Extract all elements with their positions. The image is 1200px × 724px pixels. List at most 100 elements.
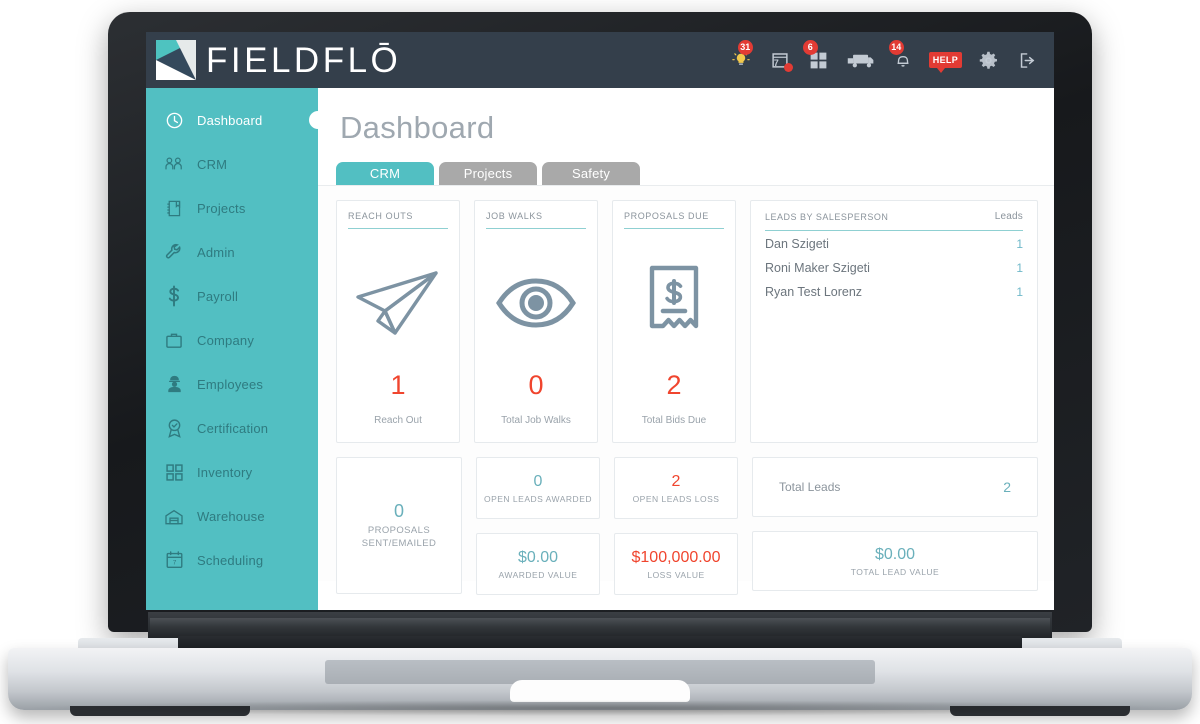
metric-label: OPEN LEADS LOSS xyxy=(632,493,720,504)
metric-value: $100,000.00 xyxy=(631,548,721,566)
app-body: Dashboard CRM Projects Admin Payroll Com… xyxy=(146,88,1054,610)
paper-plane-icon xyxy=(348,229,448,370)
salesperson-name: Dan Szigeti xyxy=(765,237,829,251)
calendar-7-icon: 7 xyxy=(164,550,184,570)
card-title: JOB WALKS xyxy=(486,211,586,229)
proposals-due-card[interactable]: PROPOSALS DUE 2 Total Bids Due xyxy=(612,200,736,443)
help-icon[interactable]: HELP xyxy=(928,47,962,73)
loss-value-card[interactable]: $100,000.00 LOSS VALUE xyxy=(614,533,738,595)
app-header: FIELDFLŌ 31 7 6 14 HELP xyxy=(146,32,1054,88)
job-walks-card[interactable]: JOB WALKS 0 Total Job Walks xyxy=(474,200,598,443)
svg-text:7: 7 xyxy=(172,560,176,567)
sidebar-item-inventory[interactable]: Inventory xyxy=(146,450,318,494)
tab-projects[interactable]: Projects xyxy=(439,162,537,185)
total-lead-value-label: TOTAL LEAD VALUE xyxy=(850,566,940,577)
app-logo[interactable]: FIELDFLŌ xyxy=(156,40,401,80)
sidebar-item-label: Projects xyxy=(197,200,246,216)
sidebar-item-label: CRM xyxy=(197,156,228,172)
open-leads-awarded-card[interactable]: 0 OPEN LEADS AWARDED xyxy=(476,457,600,519)
total-lead-value-card[interactable]: $0.00 TOTAL LEAD VALUE xyxy=(752,531,1038,591)
leads-panel-title: LEADS BY SALESPERSON xyxy=(765,212,889,222)
calendar-icon[interactable]: 7 xyxy=(767,47,793,73)
sidebar-item-employees[interactable]: Employees xyxy=(146,362,318,406)
proposals-sent-label-line2: SENT/EMAILED xyxy=(361,537,437,549)
card-title: PROPOSALS DUE xyxy=(624,211,724,229)
metric-label: AWARDED VALUE xyxy=(498,569,578,580)
lightbulb-badge: 31 xyxy=(737,40,753,55)
sidebar-item-projects[interactable]: Projects xyxy=(146,186,318,230)
leads-by-salesperson-panel: LEADS BY SALESPERSON Leads Dan Szigeti 1… xyxy=(750,200,1038,443)
proposals-sent-value: 0 xyxy=(393,500,404,521)
sidebar-item-company[interactable]: Company xyxy=(146,318,318,362)
card-value: 0 xyxy=(528,370,544,400)
tab-bar: CRM Projects Safety xyxy=(318,146,1054,185)
proposals-sent-label-line1: PROPOSALS xyxy=(367,524,431,536)
metric-label: LOSS VALUE xyxy=(647,569,705,580)
sidebar-item-admin[interactable]: Admin xyxy=(146,230,318,274)
leads-panel-header: LEADS BY SALESPERSON Leads xyxy=(765,211,1023,231)
table-row[interactable]: Dan Szigeti 1 xyxy=(765,231,1023,255)
proposals-sent-label: PROPOSALS SENT/EMAILED xyxy=(362,525,436,551)
sidebar-item-label: Employees xyxy=(197,376,264,392)
sidebar-item-label: Admin xyxy=(197,244,235,260)
settings-gear-icon[interactable] xyxy=(975,47,1001,73)
summary-row: 0 PROPOSALS SENT/EMAILED 0 OPEN LEADS AW… xyxy=(336,457,1038,595)
wrench-icon xyxy=(164,242,184,262)
leads-count-header: Leads xyxy=(994,211,1023,222)
tab-crm[interactable]: CRM xyxy=(336,162,434,185)
sidebar-item-scheduling[interactable]: 7 Scheduling xyxy=(146,538,318,582)
sidebar-item-label: Scheduling xyxy=(197,552,264,568)
card-value: 2 xyxy=(666,370,682,400)
dollar-icon xyxy=(164,285,184,307)
apps-grid-badge: 6 xyxy=(802,40,818,55)
truck-icon[interactable] xyxy=(845,47,877,73)
card-value: 1 xyxy=(390,370,406,400)
brand-text: FIELDFLŌ xyxy=(206,40,402,80)
salesperson-lead-count: 1 xyxy=(1016,237,1023,251)
card-title: REACH OUTS xyxy=(348,211,448,229)
fieldflo-logo-icon xyxy=(156,40,196,80)
notifications-bell-icon[interactable]: 14 xyxy=(888,40,916,73)
warehouse-icon xyxy=(164,506,184,526)
receipt-dollar-icon xyxy=(624,229,724,370)
totals-stack: Total Leads 2 $0.00 TOTAL LEAD VALUE xyxy=(752,457,1038,595)
total-leads-label: Total Leads xyxy=(779,480,841,494)
table-row[interactable]: Ryan Test Lorenz 1 xyxy=(765,279,1023,303)
screenshot-stage: FIELDFLŌ 31 7 6 14 HELP Dashboard CRM Pr… xyxy=(0,0,1200,724)
sidebar-item-label: Dashboard xyxy=(197,112,263,128)
open-leads-loss-card[interactable]: 2 OPEN LEADS LOSS xyxy=(614,457,738,519)
total-lead-value-amount: $0.00 xyxy=(874,545,916,563)
total-leads-card[interactable]: Total Leads 2 xyxy=(752,457,1038,517)
sidebar: Dashboard CRM Projects Admin Payroll Com… xyxy=(146,88,327,610)
table-row[interactable]: Roni Maker Szigeti 1 xyxy=(765,255,1023,279)
laptop-screen: FIELDFLŌ 31 7 6 14 HELP Dashboard CRM Pr… xyxy=(146,32,1054,610)
awarded-value-card[interactable]: $0.00 AWARDED VALUE xyxy=(476,533,600,595)
logout-icon[interactable] xyxy=(1014,47,1040,73)
grid-squares-icon xyxy=(164,462,184,482)
proposals-sent-card[interactable]: 0 PROPOSALS SENT/EMAILED xyxy=(336,457,462,594)
eye-icon xyxy=(486,229,586,370)
card-subtitle: Total Job Walks xyxy=(501,415,571,426)
sidebar-item-warehouse[interactable]: Warehouse xyxy=(146,494,318,538)
award-icon xyxy=(164,418,184,438)
sidebar-item-dashboard[interactable]: Dashboard xyxy=(146,98,327,142)
sidebar-item-certification[interactable]: Certification xyxy=(146,406,318,450)
sidebar-item-label: Warehouse xyxy=(197,508,265,524)
lightbulb-icon[interactable]: 31 xyxy=(728,40,754,73)
apps-grid-icon[interactable]: 6 xyxy=(802,40,832,73)
sidebar-item-label: Inventory xyxy=(197,464,253,480)
help-label: HELP xyxy=(928,52,962,73)
people-icon xyxy=(164,154,184,174)
sidebar-item-crm[interactable]: CRM xyxy=(146,142,318,186)
sidebar-item-label: Company xyxy=(197,332,255,348)
page-title: Dashboard xyxy=(340,110,495,145)
tab-safety[interactable]: Safety xyxy=(542,162,640,185)
sidebar-item-payroll[interactable]: Payroll xyxy=(146,274,318,318)
laptop-front-notch xyxy=(510,680,690,702)
notebook-icon xyxy=(164,198,184,218)
calendar-alert-dot xyxy=(783,63,793,72)
reach-outs-card[interactable]: REACH OUTS 1 Reach Out xyxy=(336,200,460,443)
metric-value: 2 xyxy=(671,472,681,490)
loss-stack: 2 OPEN LEADS LOSS $100,000.00 LOSS VALUE xyxy=(614,457,738,595)
card-subtitle: Total Bids Due xyxy=(641,415,707,426)
